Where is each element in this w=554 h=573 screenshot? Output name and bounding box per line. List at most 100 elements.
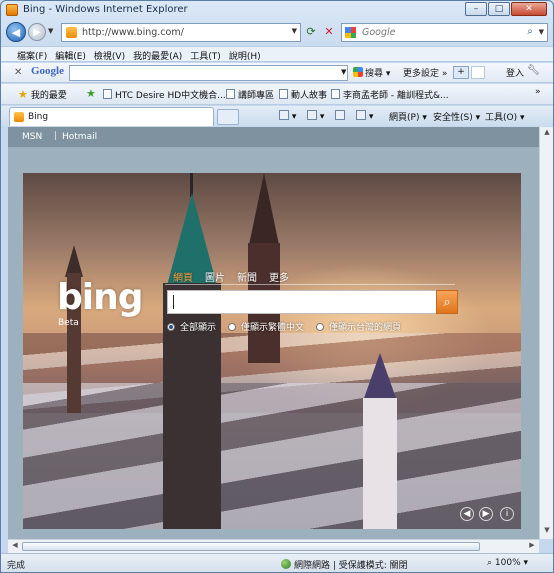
search-icon[interactable]: ⌕ (527, 26, 533, 37)
favorites-button[interactable]: ★ 我的最愛 (18, 88, 67, 101)
rss-icon (307, 110, 317, 120)
scroll-thumb[interactable] (22, 542, 480, 551)
tab-bing[interactable]: Bing (9, 107, 214, 126)
star-icon: ★ (18, 88, 28, 101)
msn-link[interactable]: MSN (22, 132, 42, 142)
history-dropdown-icon[interactable]: ▼ (48, 27, 53, 35)
security-zone-label: 網際網路 | 受保護模式: 關閉 (294, 561, 408, 571)
radio-all[interactable]: 全部顯示 (167, 320, 216, 333)
previous-image-icon[interactable]: ◀ (460, 507, 474, 521)
vertical-scrollbar[interactable]: ▲ ▼ (539, 127, 553, 539)
google-toolbar-input[interactable] (69, 65, 348, 81)
new-tab-button[interactable] (217, 109, 239, 125)
menu-tools[interactable]: 工具(T) (186, 47, 225, 62)
bing-search-button[interactable]: ⌕ (436, 290, 458, 314)
favorite-link-stories[interactable]: 動人故事 (279, 88, 327, 101)
radio-taiwan[interactable]: 僅顯示台灣的網頁 (316, 320, 401, 333)
forward-button[interactable]: ▶ (28, 23, 46, 41)
background-image: bing Beta 網頁 圖片 新聞 更多 ⌕ 全部顯示 僅顯示繁體中文 僅顯示… (23, 173, 521, 529)
close-button[interactable]: ✕ (511, 2, 547, 16)
info-icon[interactable]: i (500, 507, 514, 521)
menu-view[interactable]: 檢視(V) (90, 47, 129, 62)
address-row: ◀ ▶ ▼ http://www.bing.com/ ▼ ⟳ ✕ Google … (1, 20, 553, 45)
tools-menu-button[interactable]: 工具(O) ▾ (485, 110, 525, 123)
tab-label: Bing (28, 112, 49, 122)
toolbar-slot[interactable] (471, 66, 485, 79)
print-button[interactable]: ▾ (356, 110, 373, 122)
scope-web[interactable]: 網頁 (173, 269, 193, 284)
site-favicon-icon (66, 27, 77, 38)
feeds-button[interactable]: ▾ (307, 110, 324, 122)
church-tower (363, 398, 397, 529)
search-dropdown-icon[interactable]: ▼ (539, 28, 544, 36)
radio-traditional-chinese[interactable]: 僅顯示繁體中文 (228, 320, 304, 333)
zoom-control[interactable]: ⌕ 100% ▾ (487, 558, 528, 568)
scroll-up-icon[interactable]: ▲ (541, 128, 553, 140)
page-icon (226, 89, 235, 99)
security-zone[interactable]: 網際網路 | 受保護模式: 關閉 (281, 558, 408, 571)
scroll-left-icon[interactable]: ◀ (9, 541, 21, 553)
page-menu-button[interactable]: 網頁(P) ▾ (389, 110, 427, 123)
scroll-right-icon[interactable]: ▶ (526, 541, 538, 553)
address-bar[interactable]: http://www.bing.com/ ▼ (61, 23, 301, 42)
stop-icon[interactable]: ✕ (321, 25, 337, 41)
search-icon: ⌕ (443, 294, 451, 310)
scope-news[interactable]: 新聞 (237, 269, 257, 284)
menu-edit[interactable]: 編輯(E) (51, 47, 90, 62)
scroll-down-icon[interactable]: ▼ (541, 526, 553, 538)
page-icon (279, 89, 288, 99)
radio-label: 僅顯示台灣的網頁 (329, 323, 402, 333)
favorites-more-button[interactable]: » (535, 87, 541, 97)
favorite-link-label: 講師專區 (238, 91, 275, 101)
radio-icon (316, 322, 325, 331)
window-controls: – □ ✕ (464, 2, 547, 16)
tab-row: Bing ▾ ▾ ▾ 網頁(P) ▾ 安全性(S) ▾ 工具(O) ▾ (1, 106, 553, 126)
favorite-link-teacher[interactable]: 李商孟老師 - 離訓程式&... (331, 88, 449, 101)
toolbar-close-icon[interactable]: ✕ (14, 67, 22, 78)
google-logo-icon (345, 27, 356, 38)
menu-favorites[interactable]: 我的最愛(A) (129, 47, 186, 62)
mail-button[interactable] (335, 110, 345, 122)
add-favorite-icon[interactable]: ★ (86, 87, 96, 100)
bing-logo: bing (57, 277, 144, 318)
google-input-dropdown-icon[interactable]: ▼ (341, 68, 346, 76)
page-content: MSN | Hotmail bing Beta 網頁 圖片 新聞 更多 ⌕ 全部… (8, 127, 539, 539)
text-caret (173, 295, 174, 309)
favorite-link-lecturer[interactable]: 講師專區 (226, 88, 274, 101)
refresh-icon[interactable]: ⟳ (303, 25, 319, 41)
status-bar: 完成 網際網路 | 受保護模式: 關閉 ⌕ 100% ▾ (1, 553, 553, 572)
home-icon (279, 110, 289, 120)
church-spire (249, 173, 279, 245)
minimize-button[interactable]: – (465, 2, 487, 16)
bing-favicon-icon (6, 4, 18, 16)
google-toolbar: ✕ Google ▼ 搜尋 ▾ 更多設定 » + 登入 🔧︎ (1, 63, 553, 83)
add-button-icon[interactable]: + (453, 66, 469, 79)
google-search-button[interactable]: 搜尋 ▾ (353, 66, 390, 79)
address-dropdown-icon[interactable]: ▼ (292, 27, 297, 35)
home-button[interactable]: ▾ (279, 110, 296, 122)
scope-images[interactable]: 圖片 (205, 269, 225, 284)
printer-icon (356, 110, 366, 120)
horizontal-scrollbar[interactable]: ◀ ▶ (8, 539, 539, 553)
next-image-icon[interactable]: ▶ (479, 507, 493, 521)
safety-menu-label: 安全性(S) (433, 113, 473, 123)
login-button[interactable]: 登入 (506, 66, 524, 79)
menu-file[interactable]: 檔案(F) (13, 47, 51, 62)
scope-more[interactable]: 更多 (269, 269, 289, 284)
menu-help[interactable]: 說明(H) (225, 47, 265, 62)
mail-icon (335, 110, 345, 120)
more-settings-button[interactable]: 更多設定 » (403, 66, 447, 79)
search-placeholder[interactable]: Google (362, 27, 396, 38)
tools-menu-label: 工具(O) (485, 113, 518, 123)
address-url[interactable]: http://www.bing.com/ (82, 27, 184, 38)
google-search-icon (353, 67, 363, 77)
back-button[interactable]: ◀ (6, 22, 26, 42)
bing-search-input[interactable] (167, 290, 437, 314)
hotmail-link[interactable]: Hotmail (62, 132, 97, 142)
browser-search-box[interactable]: Google ⌕ ▼ (341, 23, 548, 42)
favorite-link-htc[interactable]: HTC Desire HD中文機合... (103, 88, 226, 101)
safety-menu-button[interactable]: 安全性(S) ▾ (433, 110, 480, 123)
wrench-icon[interactable]: 🔧︎ (527, 65, 540, 76)
maximize-button[interactable]: □ (488, 2, 510, 16)
radio-label: 僅顯示繁體中文 (241, 323, 305, 333)
